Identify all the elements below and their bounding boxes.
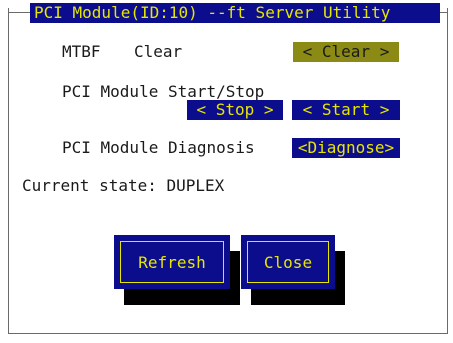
close-button-label[interactable]: Close: [247, 241, 329, 283]
window-title: PCI Module(ID:10) --ft Server Utility: [30, 3, 440, 23]
diagnosis-label: PCI Module Diagnosis: [62, 138, 255, 157]
refresh-button-face[interactable]: Refresh: [114, 235, 230, 289]
diagnose-button[interactable]: <Diagnose>: [292, 138, 400, 158]
mtbf-label: MTBF: [62, 42, 101, 61]
mtbf-value: Clear: [134, 42, 183, 61]
close-button[interactable]: Close: [241, 235, 345, 305]
refresh-button[interactable]: Refresh: [114, 235, 240, 305]
start-button[interactable]: < Start >: [292, 100, 400, 120]
current-state-text: Current state: DUPLEX: [22, 176, 225, 195]
close-button-face[interactable]: Close: [241, 235, 335, 289]
refresh-button-label[interactable]: Refresh: [120, 241, 224, 283]
mtbf-clear-button[interactable]: < Clear >: [293, 42, 399, 62]
stop-button[interactable]: < Stop >: [187, 100, 283, 120]
startstop-label: PCI Module Start/Stop: [62, 82, 265, 101]
